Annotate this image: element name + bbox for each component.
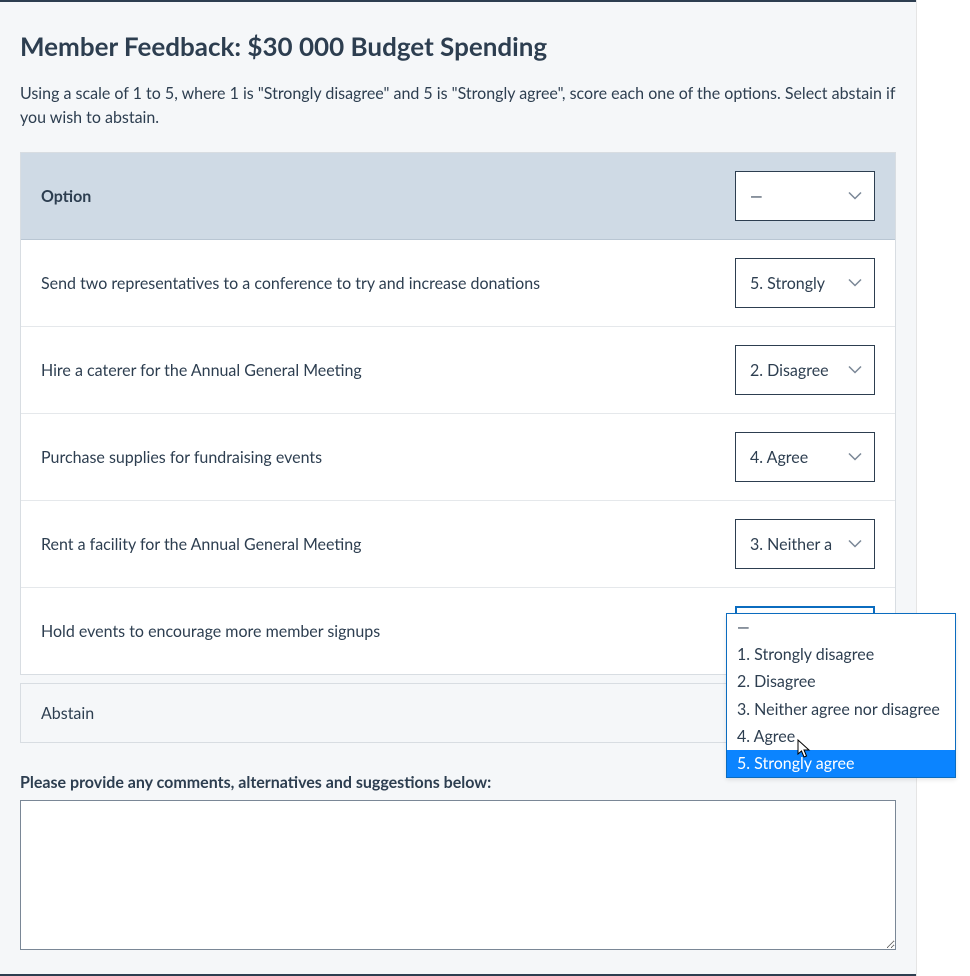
option-row: Purchase supplies for fundraising events… — [21, 414, 895, 501]
options-grid: Option — Send two representatives to a c… — [20, 152, 896, 675]
option-label: Hold events to encourage more member sig… — [41, 622, 735, 641]
page-title: Member Feedback: $30 000 Budget Spending — [20, 30, 896, 62]
score-select[interactable]: 3. Neither a — [735, 519, 875, 569]
score-value: 2. Disagree — [750, 361, 829, 380]
bulk-score-select[interactable]: — — [735, 171, 875, 221]
option-label: Send two representatives to a conference… — [41, 274, 735, 293]
score-value: 4. Agree — [750, 448, 808, 467]
dropdown-option[interactable]: 3. Neither agree nor disagree — [727, 696, 955, 723]
chevron-down-icon — [848, 192, 862, 201]
chevron-down-icon — [848, 279, 862, 288]
dropdown-option[interactable]: — — [727, 614, 955, 641]
score-select[interactable]: 5. Strongly — [735, 258, 875, 308]
option-row: Hire a caterer for the Annual General Me… — [21, 327, 895, 414]
chevron-down-icon — [848, 540, 862, 549]
dropdown-option[interactable]: 4. Agree — [727, 723, 955, 750]
score-select[interactable]: 2. Disagree — [735, 345, 875, 395]
chevron-down-icon — [848, 366, 862, 375]
option-row: Rent a facility for the Annual General M… — [21, 501, 895, 588]
score-value: 5. Strongly — [750, 274, 825, 293]
option-row: Send two representatives to a conference… — [21, 240, 895, 327]
score-value: 3. Neither a — [750, 535, 832, 554]
dropdown-option[interactable]: 2. Disagree — [727, 668, 955, 695]
option-label: Purchase supplies for fundraising events — [41, 448, 735, 467]
header-option-label: Option — [41, 187, 735, 206]
option-label: Hire a caterer for the Annual General Me… — [41, 361, 735, 380]
instructions-text: Using a scale of 1 to 5, where 1 is "Str… — [20, 82, 896, 130]
dropdown-option[interactable]: 1. Strongly disagree — [727, 641, 955, 668]
score-select[interactable]: 4. Agree — [735, 432, 875, 482]
comments-textarea[interactable] — [20, 800, 896, 950]
chevron-down-icon — [848, 453, 862, 462]
dropdown-option[interactable]: 5. Strongly agree — [727, 750, 955, 777]
bulk-score-value: — — [750, 187, 763, 206]
grid-header-row: Option — — [21, 153, 895, 240]
option-label: Rent a facility for the Annual General M… — [41, 535, 735, 554]
comments-section: Please provide any comments, alternative… — [20, 773, 896, 954]
score-dropdown[interactable]: — 1. Strongly disagree 2. Disagree 3. Ne… — [726, 613, 956, 778]
